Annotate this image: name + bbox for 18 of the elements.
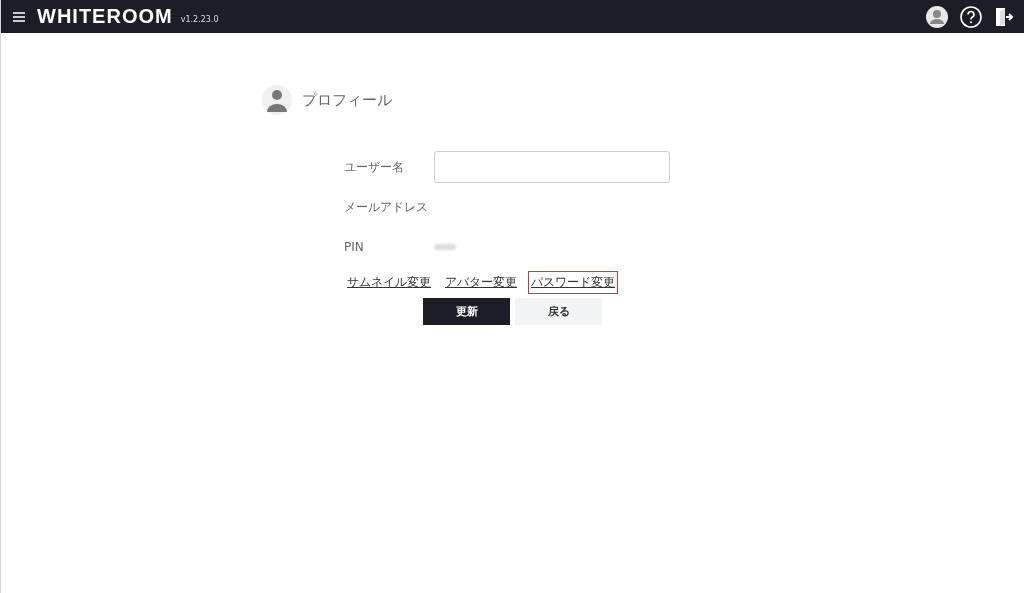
field-label: PIN	[344, 240, 365, 254]
update-button[interactable]: 更新	[423, 298, 510, 325]
redacted-value	[434, 244, 456, 250]
field-label: ユーザー名	[344, 158, 405, 176]
exit-door-icon[interactable]	[994, 5, 1016, 28]
help-icon[interactable]	[960, 5, 982, 28]
link[interactable]: アバター変更	[442, 271, 520, 294]
avatar-icon	[262, 85, 292, 115]
username-field[interactable]	[434, 151, 670, 183]
field-label: メールアドレス	[344, 198, 429, 216]
menu-icon[interactable]	[13, 11, 25, 22]
back-button[interactable]: 戻る	[515, 298, 602, 325]
user-icon[interactable]	[926, 5, 948, 28]
version-label: v1.2.23.0	[180, 15, 219, 24]
link[interactable]: サムネイル変更	[344, 271, 434, 294]
page-title: プロフィール	[302, 90, 392, 110]
link[interactable]: パスワード変更	[528, 271, 618, 294]
app-logo: WHITEROOM	[37, 5, 173, 28]
